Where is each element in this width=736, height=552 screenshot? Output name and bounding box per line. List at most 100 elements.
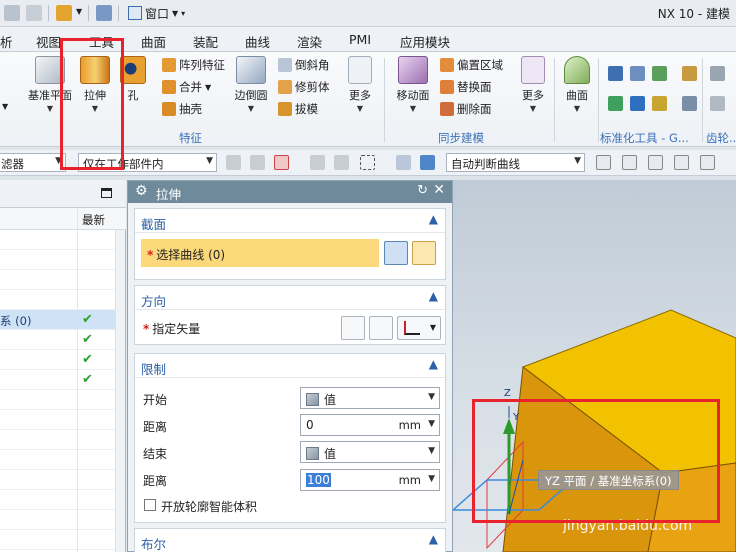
tab-render[interactable]: 渲染 [297,32,322,51]
type-filter-dropdown[interactable]: 滤器 ▼ [0,153,66,172]
tab-analysis[interactable]: 析 [0,32,13,51]
tree-row[interactable] [0,450,116,470]
tree-row-datum-csys[interactable]: 系 (0) ✔ [0,310,116,330]
tab-view[interactable]: 视图 [36,32,61,51]
snap-tool-icon-2[interactable] [250,155,265,170]
more-sync-button[interactable]: 更多 ▼ [516,56,550,113]
paste-icon[interactable] [26,5,42,21]
tree-row[interactable] [0,490,116,510]
tree-row[interactable]: ✔ [0,370,116,390]
gear-icon[interactable]: ⚙ [135,183,148,199]
tree-row[interactable] [0,470,116,490]
tree-row[interactable] [0,270,116,290]
unite-button[interactable]: 合并 ▼ [162,78,211,96]
datum-plane-button[interactable]: 基准平面 ▼ [24,56,76,113]
snap-tool-icon-6[interactable] [396,155,411,170]
tab-pmi[interactable]: PMI [349,32,371,47]
tab-curve[interactable]: 曲线 [245,32,270,51]
tree-row[interactable] [0,510,116,530]
more-feature-button[interactable]: 更多 ▼ [342,56,378,113]
boolean-header[interactable]: 布尔 ▲ [135,529,445,552]
start-distance-input[interactable]: 0 mm ▼ [300,414,440,436]
chevron-down-icon[interactable]: ▼ [76,7,82,16]
vector-dialog-button[interactable] [369,316,393,340]
replace-face-button[interactable]: 替换面 [440,78,492,96]
tree-row[interactable] [0,390,116,410]
reverse-direction-button[interactable] [341,316,365,340]
delete-face-button[interactable]: 删除面 [440,100,492,118]
chevron-down-icon[interactable]: ▼ [428,419,435,429]
curve-section-button[interactable] [412,241,436,265]
chevron-down-icon[interactable]: ▼ [428,474,435,484]
maximize-icon[interactable] [101,188,112,198]
tree-row[interactable] [0,230,116,250]
window-menu-button[interactable]: 窗口 ▼ ▾ [128,4,185,22]
chevron-down-icon[interactable]: ▼ [2,102,8,111]
pattern-feature-button[interactable]: 阵列特征 [162,56,225,74]
navigator-scrollbar[interactable] [115,230,125,552]
snap-tool-icon-3[interactable] [274,155,289,170]
selection-scope-dropdown[interactable]: 仅在工作部件内 ▼ [78,153,217,172]
shell-button[interactable]: 抽壳 [162,100,202,118]
tree-row[interactable]: ✔ [0,330,116,350]
collapse-icon[interactable]: ▲ [429,212,438,226]
tree-row[interactable] [0,250,116,270]
std-tool-icon-4[interactable] [608,96,623,111]
snap-point-icon-1[interactable] [596,155,611,170]
snap-point-icon-3[interactable] [648,155,663,170]
std-tool-icon-6[interactable] [652,96,667,111]
tree-row[interactable] [0,410,116,430]
move-face-button[interactable]: 移动面 ▼ [392,56,434,113]
graphics-viewport[interactable]: Z Y YZ 平面 / 基准坐标系(0) jingyan.baidu.com [453,180,736,552]
trim-body-button[interactable]: 修剪体 [278,78,330,96]
tab-assembly[interactable]: 装配 [193,32,218,51]
extrude-button[interactable]: 拉伸 ▼ [76,56,114,113]
start-type-dropdown[interactable]: 值 ▼ [300,387,440,409]
end-distance-input[interactable]: 100 mm ▼ [300,469,440,491]
std-tool-icon-1[interactable] [608,66,623,81]
std-tool-icon-7[interactable] [682,66,697,81]
tree-row[interactable] [0,430,116,450]
open-profile-checkbox[interactable] [144,499,156,511]
snap-tool-icon-1[interactable] [226,155,241,170]
tree-row[interactable] [0,290,116,310]
box-select-icon[interactable] [360,155,375,170]
curve-rule-dropdown[interactable]: 自动判断曲线 ▼ [446,153,585,172]
snap-point-icon-2[interactable] [622,155,637,170]
section-header[interactable]: 截面 ▲ [135,209,445,233]
solid-body-icon[interactable] [420,155,435,170]
tree-row[interactable] [0,530,116,550]
edge-blend-button[interactable]: 边倒圆 ▼ [232,56,270,113]
std-tool-icon-3[interactable] [652,66,667,81]
collapse-icon[interactable]: ▲ [429,289,438,303]
collapse-icon[interactable]: ▲ [429,357,438,371]
snap-tool-icon-4[interactable] [310,155,325,170]
draft-button[interactable]: 拔模 [278,100,318,118]
offset-region-button[interactable]: 偏置区域 [440,56,503,74]
close-icon[interactable]: ✕ [433,182,445,198]
std-tool-icon-2[interactable] [630,66,645,81]
tab-tools[interactable]: 工具 [89,32,114,51]
direction-header[interactable]: 方向 ▲ [135,286,445,310]
surface-button[interactable]: 曲面 ▼ [560,56,594,113]
select-curve-row[interactable]: * 选择曲线 (0) [141,239,379,267]
std-tool-icon-8[interactable] [682,96,697,111]
tree-row[interactable]: ✔ [0,350,116,370]
sketch-section-button[interactable] [384,241,408,265]
snap-point-icon-5[interactable] [700,155,715,170]
tab-application[interactable]: 应用模块 [400,32,450,51]
column-latest[interactable]: 最新 [82,212,105,228]
std-tool-icon-5[interactable] [630,96,645,111]
pen-icon[interactable] [96,5,112,21]
vector-type-dropdown[interactable]: ▼ [397,316,441,340]
limits-header[interactable]: 限制 ▲ [135,354,445,378]
copy-icon[interactable] [4,5,20,21]
gear-tool-icon-2[interactable] [710,96,725,111]
snap-point-icon-4[interactable] [674,155,689,170]
chamfer-button[interactable]: 倒斜角 [278,56,330,74]
end-type-dropdown[interactable]: 值 ▼ [300,441,440,463]
hole-button[interactable]: 孔 [118,56,148,103]
snap-tool-icon-5[interactable] [334,155,349,170]
tab-surface[interactable]: 曲面 [141,32,166,51]
touch-mode-icon[interactable] [56,5,72,21]
